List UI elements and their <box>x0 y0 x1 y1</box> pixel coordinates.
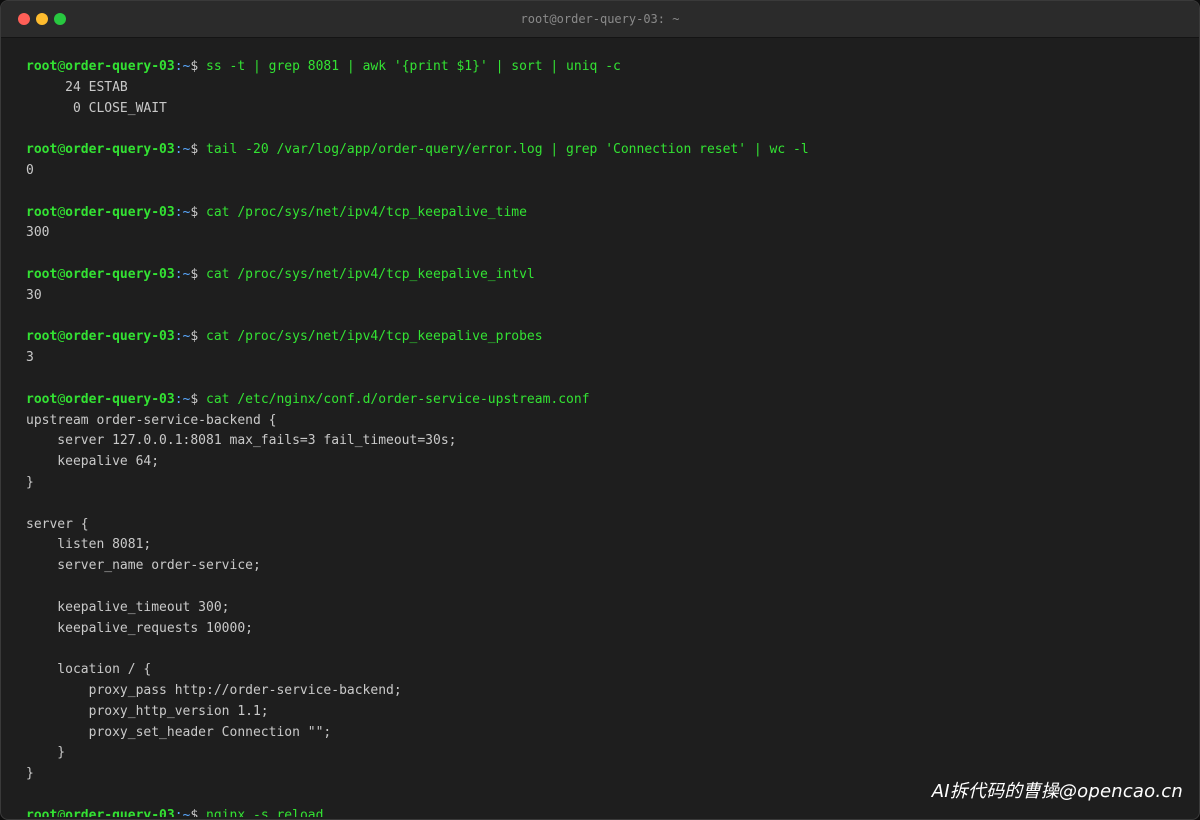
watermark: AI拆代码的曹操@opencao.cn <box>931 781 1183 802</box>
output-text: 300 <box>26 225 50 241</box>
prompt-host: order-query-03 <box>65 204 175 220</box>
output-text: keepalive_timeout 300; <box>26 599 230 615</box>
terminal-window: root@order-query-03: ~ root@order-query-… <box>0 0 1200 820</box>
prompt-path: :~ <box>174 329 191 345</box>
output-text: location / { <box>26 662 152 678</box>
prompt-user: root <box>26 391 58 407</box>
prompt-line: root@order-query-03:~$ nginx -s reload <box>26 806 1176 817</box>
command-text: cat /proc/sys/net/ipv4/tcp_keepalive_tim… <box>206 204 527 220</box>
prompt-path: :~ <box>174 142 191 158</box>
output-text: keepalive 64; <box>26 454 160 470</box>
prompt-user: root <box>26 142 58 158</box>
output-text: 0 <box>26 162 34 178</box>
output-line: upstream order-service-backend { <box>26 411 1176 432</box>
command-text: nginx -s reload <box>206 807 324 817</box>
output-text: 3 <box>26 350 34 366</box>
output-text: upstream order-service-backend { <box>26 412 277 428</box>
output-line: server { <box>26 515 1176 536</box>
output-text: } <box>26 474 34 490</box>
output-line: server_name order-service; <box>26 556 1176 577</box>
prompt-user: root <box>26 329 58 345</box>
prompt-line: root@order-query-03:~$ cat /etc/nginx/co… <box>26 390 1176 411</box>
output-line: } <box>26 743 1176 764</box>
output-line: server 127.0.0.1:8081 max_fails=3 fail_t… <box>26 431 1176 452</box>
output-line: } <box>26 473 1176 494</box>
prompt-path: :~ <box>174 59 191 74</box>
output-text: server_name order-service; <box>26 558 261 574</box>
prompt-line: root@order-query-03:~$ cat /proc/sys/net… <box>26 265 1176 286</box>
prompt-host: order-query-03 <box>65 142 175 158</box>
output-text: proxy_http_version 1.1; <box>26 703 269 719</box>
prompt-path: :~ <box>174 391 191 407</box>
output-line: proxy_http_version 1.1; <box>26 702 1176 723</box>
prompt-line: root@order-query-03:~$ ss -t | grep 8081… <box>26 57 1176 78</box>
prompt-host: order-query-03 <box>65 391 175 407</box>
output-line: proxy_pass http://order-service-backend; <box>26 681 1176 702</box>
output-text: keepalive_requests 10000; <box>26 620 253 636</box>
prompt-line: root@order-query-03:~$ cat /proc/sys/net… <box>26 327 1176 348</box>
prompt-host: order-query-03 <box>65 329 175 345</box>
output-text: } <box>26 745 66 761</box>
output-text: 24 ESTAB <box>26 79 128 95</box>
output-line: proxy_set_header Connection ""; <box>26 723 1176 744</box>
output-line: keepalive_timeout 300; <box>26 598 1176 619</box>
command-text: cat /etc/nginx/conf.d/order-service-upst… <box>206 391 590 407</box>
prompt-at: @ <box>57 391 66 407</box>
output-line: listen 8081; <box>26 535 1176 556</box>
output-line: 300 <box>26 223 1176 244</box>
prompt-line: root@order-query-03:~$ tail -20 /var/log… <box>26 140 1176 161</box>
prompt-user: root <box>26 266 58 282</box>
output-text: 30 <box>26 287 42 303</box>
output-line: 0 <box>26 161 1176 182</box>
output-line: keepalive_requests 10000; <box>26 619 1176 640</box>
prompt-path: :~ <box>174 266 191 282</box>
output-line: 3 <box>26 348 1176 369</box>
output-line: 30 <box>26 286 1176 307</box>
command-text: tail -20 /var/log/app/order-query/error.… <box>206 142 809 158</box>
output-text: proxy_pass http://order-service-backend; <box>26 682 402 698</box>
output-text: } <box>26 766 34 782</box>
prompt-at: @ <box>57 329 66 345</box>
output-text: server 127.0.0.1:8081 max_fails=3 fail_t… <box>26 433 457 449</box>
prompt-at: @ <box>57 142 66 158</box>
prompt-at: @ <box>57 59 66 74</box>
prompt-at: @ <box>57 266 66 282</box>
prompt-path: :~ <box>174 807 191 817</box>
prompt-user: root <box>26 204 58 220</box>
prompt-path: :~ <box>174 204 191 220</box>
output-line: keepalive 64; <box>26 452 1176 473</box>
prompt-at: @ <box>57 807 66 817</box>
prompt-line: root@order-query-03:~$ cat /proc/sys/net… <box>26 203 1176 224</box>
prompt-at: @ <box>57 204 66 220</box>
command-text: ss -t | grep 8081 | awk '{print $1}' | s… <box>206 59 621 74</box>
command-text: cat /proc/sys/net/ipv4/tcp_keepalive_int… <box>206 266 535 282</box>
output-line: location / { <box>26 660 1176 681</box>
prompt-host: order-query-03 <box>65 807 175 817</box>
output-text: listen 8081; <box>26 537 152 553</box>
prompt-host: order-query-03 <box>65 59 175 74</box>
output-text: server { <box>26 516 89 532</box>
prompt-host: order-query-03 <box>65 266 175 282</box>
output-text: 0 CLOSE_WAIT <box>26 100 167 116</box>
command-text: cat /proc/sys/net/ipv4/tcp_keepalive_pro… <box>206 329 543 345</box>
prompt-user: root <box>26 807 58 817</box>
output-line: 0 CLOSE_WAIT <box>26 99 1176 120</box>
prompt-user: root <box>26 59 58 74</box>
window-title: root@order-query-03: ~ <box>520 12 680 26</box>
title-bar[interactable]: root@order-query-03: ~ <box>1 1 1199 38</box>
output-text: proxy_set_header Connection ""; <box>26 724 332 740</box>
terminal-output[interactable]: root@order-query-03:~$ ss -t | grep 8081… <box>26 57 1176 817</box>
output-line: 24 ESTAB <box>26 78 1176 99</box>
